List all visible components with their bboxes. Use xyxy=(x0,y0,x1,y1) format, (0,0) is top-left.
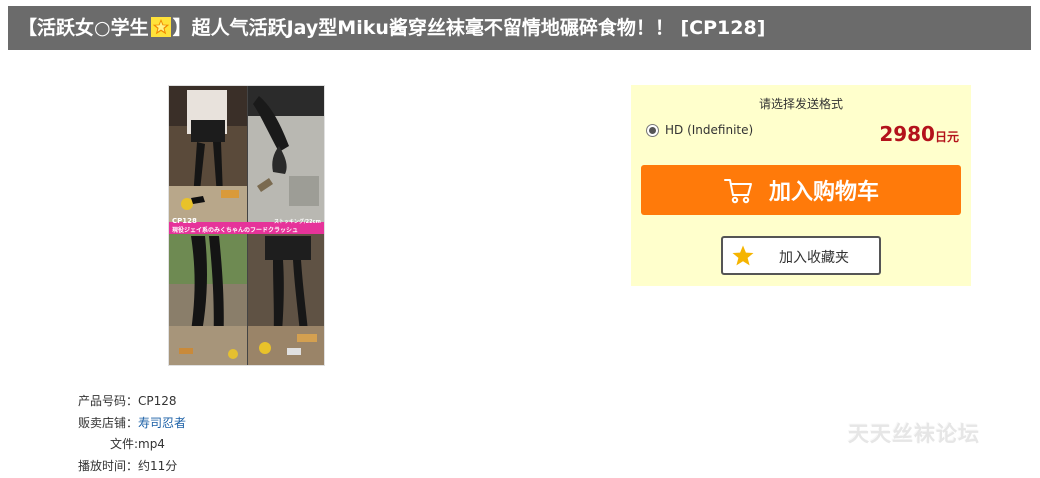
file-label: 文件: xyxy=(109,437,138,451)
price-amount: 2980 xyxy=(879,122,935,146)
price-unit: 日元 xyxy=(934,130,959,144)
product-code-label: 产品号码： xyxy=(77,394,138,408)
product-details: 产品号码：CP128 贩卖店铺：寿司忍者 文件:mp4 播放时间：约11分 xyxy=(60,391,186,477)
product-code-row: 产品号码：CP128 xyxy=(60,391,186,413)
format-option-label: HD (Indefinite) xyxy=(665,123,754,137)
thumbnail-collage: CP128 ストッキング/22cm 現役ジェイ系のみくちゃんのフードクラッシュ xyxy=(169,86,324,365)
file-row: 文件:mp4 xyxy=(60,434,186,456)
add-to-favorites-button[interactable]: 加入收藏夹 xyxy=(721,236,881,275)
shop-label: 贩卖店铺： xyxy=(77,415,138,430)
title-text-prefix: 【活跃女○学生 xyxy=(18,17,149,39)
purchase-panel: 请选择发送格式 HD (Indefinite) 2980日元 加入购物车 加入收… xyxy=(631,85,971,286)
banner-caption: 現役ジェイ系のみくちゃんのフードクラッシュ xyxy=(172,226,298,234)
price: 2980日元 xyxy=(879,122,959,146)
product-code-value: CP128 xyxy=(138,394,177,408)
add-to-cart-button[interactable]: 加入购物车 xyxy=(641,165,961,215)
banner-code: CP128 xyxy=(172,217,197,225)
shop-row: 贩卖店铺：寿司忍者 xyxy=(60,413,186,435)
shop-link[interactable]: 寿司忍者 xyxy=(138,416,186,430)
product-thumbnail-image[interactable]: CP128 ストッキング/22cm 現役ジェイ系のみくちゃんのフードクラッシュ xyxy=(168,85,325,366)
add-to-favorites-label: 加入收藏夹 xyxy=(779,250,849,266)
duration-row: 播放时间：约11分 xyxy=(60,456,186,478)
title-text-main: 】超人气活跃Jay型Miku酱穿丝袜毫不留情地碾碎食物！！ [CP128] xyxy=(172,17,766,39)
forum-watermark: 天天丝袜论坛 xyxy=(848,422,980,446)
add-to-cart-label: 加入购物车 xyxy=(768,180,879,205)
page-title: 【活跃女○学生 】超人气活跃Jay型Miku酱穿丝袜毫不留情地碾碎食物！！ [C… xyxy=(8,6,1031,50)
format-radio[interactable] xyxy=(646,123,659,137)
format-option-hd[interactable]: HD (Indefinite) xyxy=(646,123,753,137)
duration-value: 约11分 xyxy=(138,458,178,473)
format-heading: 请选择发送格式 xyxy=(758,97,843,111)
file-value: mp4 xyxy=(138,437,165,451)
shopping-cart-icon xyxy=(723,179,752,204)
duration-label: 播放时间： xyxy=(77,458,138,473)
star-badge-icon xyxy=(150,17,171,37)
banner-right-text: ストッキング/22cm xyxy=(274,218,321,225)
star-icon xyxy=(732,245,754,266)
